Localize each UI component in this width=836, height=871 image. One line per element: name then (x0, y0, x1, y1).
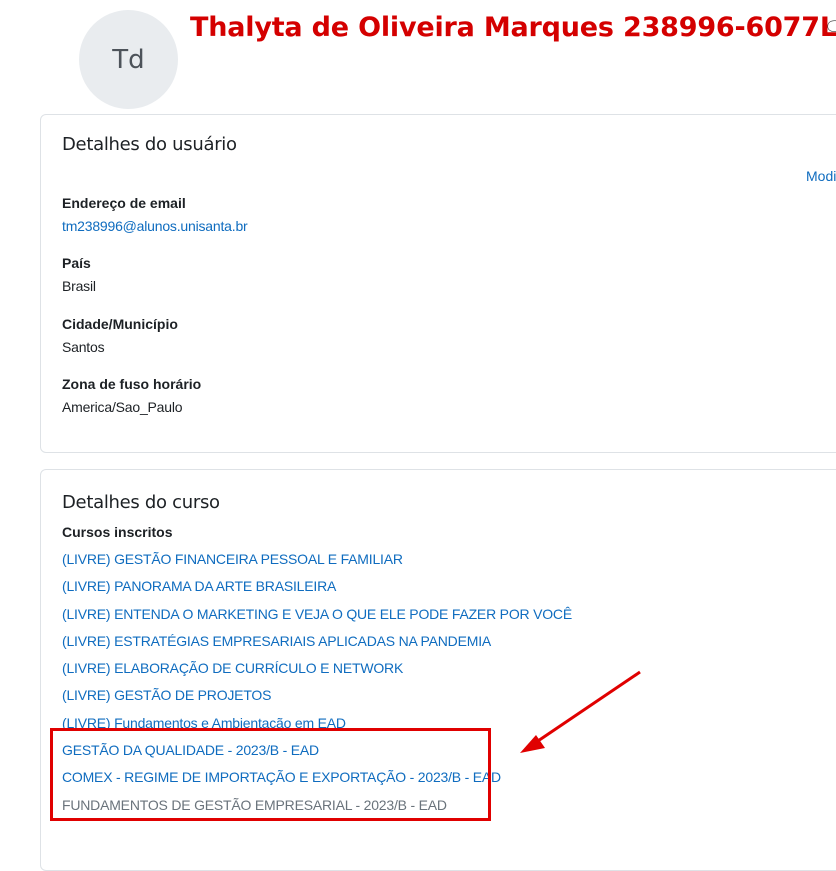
email-label: Endereço de email (62, 195, 186, 211)
edit-profile-link[interactable]: Modi (806, 168, 836, 184)
user-details-card: Detalhes do usuário Modi Endereço de ema… (40, 114, 836, 453)
list-item: (LIVRE) ELABORAÇÃO DE CURRÍCULO E NETWOR… (62, 659, 572, 686)
list-item: (LIVRE) GESTÃO DE PROJETOS (62, 686, 572, 713)
enrolled-courses-heading: Cursos inscritos (62, 524, 173, 540)
course-link[interactable]: (LIVRE) ESTRATÉGIAS EMPRESARIAIS APLICAD… (62, 633, 491, 649)
city-field: Cidade/Município Santos (62, 316, 178, 355)
list-item: (LIVRE) ENTENDA O MARKETING E VEJA O QUE… (62, 605, 572, 632)
message-bubble-icon[interactable]: 🗨 (824, 18, 836, 38)
country-value: Brasil (62, 278, 96, 294)
timezone-label: Zona de fuso horário (62, 376, 202, 392)
list-item: (LIVRE) PANORAMA DA ARTE BRASILEIRA (62, 577, 572, 604)
course-details-title: Detalhes do curso (62, 492, 220, 513)
email-link[interactable]: tm238996@alunos.unisanta.br (62, 218, 248, 234)
timezone-value: America/Sao_Paulo (62, 399, 183, 415)
course-link[interactable]: (LIVRE) PANORAMA DA ARTE BRASILEIRA (62, 578, 336, 594)
user-details-title: Detalhes do usuário (62, 134, 237, 155)
list-item: (LIVRE) ESTRATÉGIAS EMPRESARIAIS APLICAD… (62, 632, 572, 659)
city-value: Santos (62, 339, 105, 355)
course-link[interactable]: (LIVRE) ENTENDA O MARKETING E VEJA O QUE… (62, 606, 572, 622)
avatar-initials: Td (112, 44, 145, 75)
country-field: País Brasil (62, 255, 96, 294)
list-item: (LIVRE) GESTÃO FINANCEIRA PESSOAL E FAMI… (62, 550, 572, 577)
email-field: Endereço de email tm238996@alunos.unisan… (62, 195, 248, 234)
course-link[interactable]: (LIVRE) GESTÃO DE PROJETOS (62, 687, 271, 703)
country-label: País (62, 255, 91, 271)
city-label: Cidade/Município (62, 316, 178, 332)
user-fullname: Thalyta de Oliveira Marques 238996-6077L… (190, 12, 836, 43)
course-link[interactable]: (LIVRE) GESTÃO FINANCEIRA PESSOAL E FAMI… (62, 551, 403, 567)
annotation-highlight-box (50, 728, 491, 821)
course-link[interactable]: (LIVRE) ELABORAÇÃO DE CURRÍCULO E NETWOR… (62, 660, 403, 676)
timezone-field: Zona de fuso horário America/Sao_Paulo (62, 376, 201, 415)
avatar: Td (79, 10, 178, 109)
